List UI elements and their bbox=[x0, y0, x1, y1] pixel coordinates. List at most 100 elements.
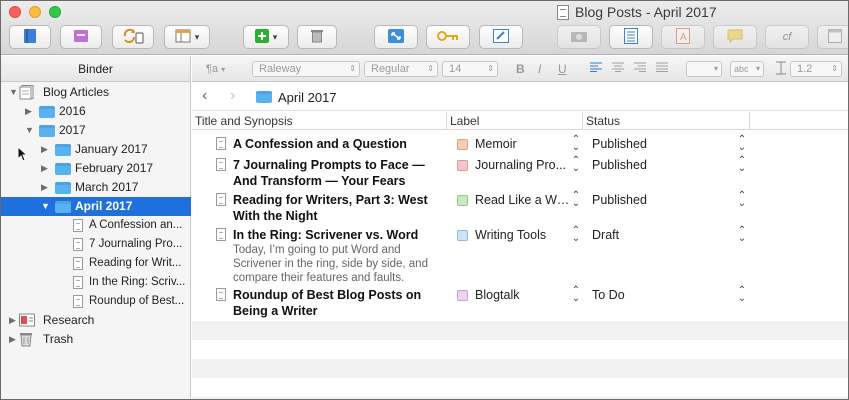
format-button[interactable]: A bbox=[661, 25, 705, 49]
label-stepper-icon[interactable]: ⌃ ⌄ bbox=[571, 226, 581, 244]
column-label[interactable]: Label bbox=[450, 114, 479, 128]
binder-item[interactable]: ▼ April 2017 bbox=[1, 197, 191, 216]
edit-button[interactable] bbox=[479, 25, 523, 49]
row-status-value[interactable]: Published bbox=[592, 136, 647, 152]
binder-item[interactable]: ▶ Research bbox=[1, 311, 191, 330]
disclosure-collapsed-icon[interactable]: ▶ bbox=[41, 159, 51, 178]
disclosure-collapsed-icon[interactable]: ▶ bbox=[9, 330, 19, 349]
font-size-select[interactable]: 14 ⇕ bbox=[442, 61, 498, 77]
close-window-button[interactable] bbox=[9, 6, 21, 18]
text-color-select[interactable]: ▾ bbox=[686, 61, 722, 77]
row-status-value[interactable]: Published bbox=[592, 192, 647, 208]
sync-button[interactable] bbox=[112, 25, 154, 49]
panel-button[interactable] bbox=[817, 25, 848, 49]
outline-row[interactable]: In the Ring: Scrivener vs. Word Today, I’… bbox=[192, 224, 848, 284]
keywords-button[interactable] bbox=[426, 25, 470, 49]
trash-button[interactable] bbox=[297, 25, 337, 49]
binder-item[interactable]: 7 Journaling Pro... bbox=[1, 235, 191, 254]
row-label-value[interactable]: Writing Tools bbox=[475, 227, 570, 243]
row-title[interactable]: 7 Journaling Prompts to Face — And Trans… bbox=[233, 157, 438, 189]
column-status[interactable]: Status bbox=[586, 114, 620, 128]
align-left-icon[interactable] bbox=[590, 61, 602, 77]
line-spacing-select[interactable]: 1.2 ⇕ bbox=[790, 61, 842, 77]
label-stepper-icon[interactable]: ⌃ ⌄ bbox=[571, 286, 581, 304]
column-divider[interactable] bbox=[582, 112, 583, 130]
composition-mode-button[interactable] bbox=[374, 25, 418, 49]
outline-row[interactable]: Reading for Writers, Part 3: West With t… bbox=[192, 189, 848, 224]
font-family-select[interactable]: Raleway ⇕ bbox=[252, 61, 360, 77]
align-justify-icon[interactable] bbox=[656, 61, 668, 77]
disclosure-expanded-icon[interactable]: ▼ bbox=[41, 197, 51, 216]
row-label-value[interactable]: Blogtalk bbox=[475, 287, 570, 303]
label-stepper-icon[interactable]: ⌃ ⌄ bbox=[571, 156, 581, 174]
disclosure-expanded-icon[interactable]: ▼ bbox=[9, 83, 19, 102]
row-label-value[interactable]: Read Like a Wri... bbox=[475, 192, 570, 208]
row-label-value[interactable]: Memoir bbox=[475, 136, 570, 152]
status-stepper-icon[interactable]: ⌃ ⌄ bbox=[737, 156, 747, 174]
binder-item[interactable]: ▶ March 2017 bbox=[1, 178, 191, 197]
mouse-pointer-icon bbox=[17, 146, 27, 162]
binder-item[interactable]: ▶ 2016 bbox=[1, 102, 191, 121]
inspector-toggle-button[interactable] bbox=[60, 25, 102, 49]
row-title[interactable]: In the Ring: Scrivener vs. Word bbox=[233, 227, 438, 243]
disclosure-collapsed-icon[interactable]: ▶ bbox=[25, 102, 35, 121]
outline-row[interactable]: Roundup of Best Blog Posts on Being a Wr… bbox=[192, 284, 848, 320]
label-stepper-icon[interactable]: ⌃ ⌄ bbox=[571, 135, 581, 153]
binder-item[interactable]: ▼ 2017 bbox=[1, 121, 191, 140]
binder-item[interactable]: Reading for Writ... bbox=[1, 254, 191, 273]
binder-item[interactable]: ▼ Blog Articles bbox=[1, 83, 191, 102]
disclosure-expanded-icon[interactable]: ▼ bbox=[25, 121, 35, 140]
status-stepper-icon[interactable]: ⌃ ⌄ bbox=[737, 286, 747, 304]
bold-button[interactable]: B bbox=[516, 61, 525, 77]
row-title[interactable]: Roundup of Best Blog Posts on Being a Wr… bbox=[233, 287, 438, 319]
disclosure-collapsed-icon[interactable]: ▶ bbox=[41, 178, 51, 197]
row-status-value[interactable]: Draft bbox=[592, 227, 619, 243]
paragraph-style-button[interactable]: ¶a ▾ bbox=[206, 61, 225, 77]
forward-button[interactable]: › bbox=[230, 87, 235, 105]
row-title[interactable]: A Confession and a Question bbox=[233, 136, 438, 152]
column-divider[interactable] bbox=[749, 112, 750, 130]
italic-button[interactable]: I bbox=[538, 61, 541, 77]
row-label-value[interactable]: Journaling Pro... bbox=[475, 157, 570, 173]
view-mode-button[interactable]: ▾ bbox=[164, 25, 210, 49]
column-divider[interactable] bbox=[446, 112, 447, 130]
highlight-color-select[interactable]: abc ▾ bbox=[730, 61, 764, 77]
document-proxy-icon[interactable] bbox=[557, 5, 569, 20]
binder-item[interactable]: ▶ Trash bbox=[1, 330, 191, 349]
back-button[interactable]: ‹ bbox=[202, 87, 207, 105]
binder-item[interactable]: A Confession an... bbox=[1, 216, 191, 235]
trash-icon bbox=[311, 28, 323, 46]
binder-item[interactable]: ▶ January 2017 bbox=[1, 140, 191, 159]
svg-text:A: A bbox=[680, 32, 687, 43]
status-stepper-icon[interactable]: ⌃ ⌄ bbox=[737, 191, 747, 209]
row-synopsis[interactable]: Today, I’m going to put Word and Scriven… bbox=[233, 243, 443, 285]
column-title-and-synopsis[interactable]: Title and Synopsis bbox=[195, 114, 293, 128]
binder-item[interactable]: In the Ring: Scriv... bbox=[1, 273, 191, 292]
align-right-icon[interactable] bbox=[634, 61, 646, 77]
binder-item[interactable]: Roundup of Best... bbox=[1, 292, 191, 311]
row-status-value[interactable]: Published bbox=[592, 157, 647, 173]
outline-row[interactable]: 7 Journaling Prompts to Face — And Trans… bbox=[192, 154, 848, 189]
binder-toggle-button[interactable] bbox=[9, 25, 51, 49]
snapshot-button[interactable] bbox=[557, 25, 601, 49]
underline-button[interactable]: U bbox=[558, 61, 567, 77]
font-style-select[interactable]: Regular ⇕ bbox=[364, 61, 438, 77]
comment-button[interactable] bbox=[713, 25, 757, 49]
current-folder-title[interactable]: April 2017 bbox=[278, 90, 337, 105]
status-stepper-icon[interactable]: ⌃ ⌄ bbox=[737, 135, 747, 153]
row-status-value[interactable]: To Do bbox=[592, 287, 625, 303]
align-center-icon[interactable] bbox=[612, 61, 624, 77]
binder-item-label: Roundup of Best... bbox=[89, 295, 185, 307]
minimize-window-button[interactable] bbox=[29, 6, 41, 18]
row-title[interactable]: Reading for Writers, Part 3: West With t… bbox=[233, 192, 438, 224]
label-stepper-icon[interactable]: ⌃ ⌄ bbox=[571, 191, 581, 209]
outline-row[interactable]: A Confession and a Question Memoir ⌃ ⌄ Publi… bbox=[192, 133, 848, 154]
disclosure-collapsed-icon[interactable]: ▶ bbox=[41, 140, 51, 159]
zoom-window-button[interactable] bbox=[49, 6, 61, 18]
footnote-button[interactable]: cf bbox=[765, 25, 809, 49]
outline-view-button[interactable] bbox=[609, 25, 653, 49]
status-stepper-icon[interactable]: ⌃ ⌄ bbox=[737, 226, 747, 244]
disclosure-collapsed-icon[interactable]: ▶ bbox=[9, 311, 19, 330]
add-button[interactable]: ▾ bbox=[243, 25, 289, 49]
binder-item[interactable]: ▶ February 2017 bbox=[1, 159, 191, 178]
